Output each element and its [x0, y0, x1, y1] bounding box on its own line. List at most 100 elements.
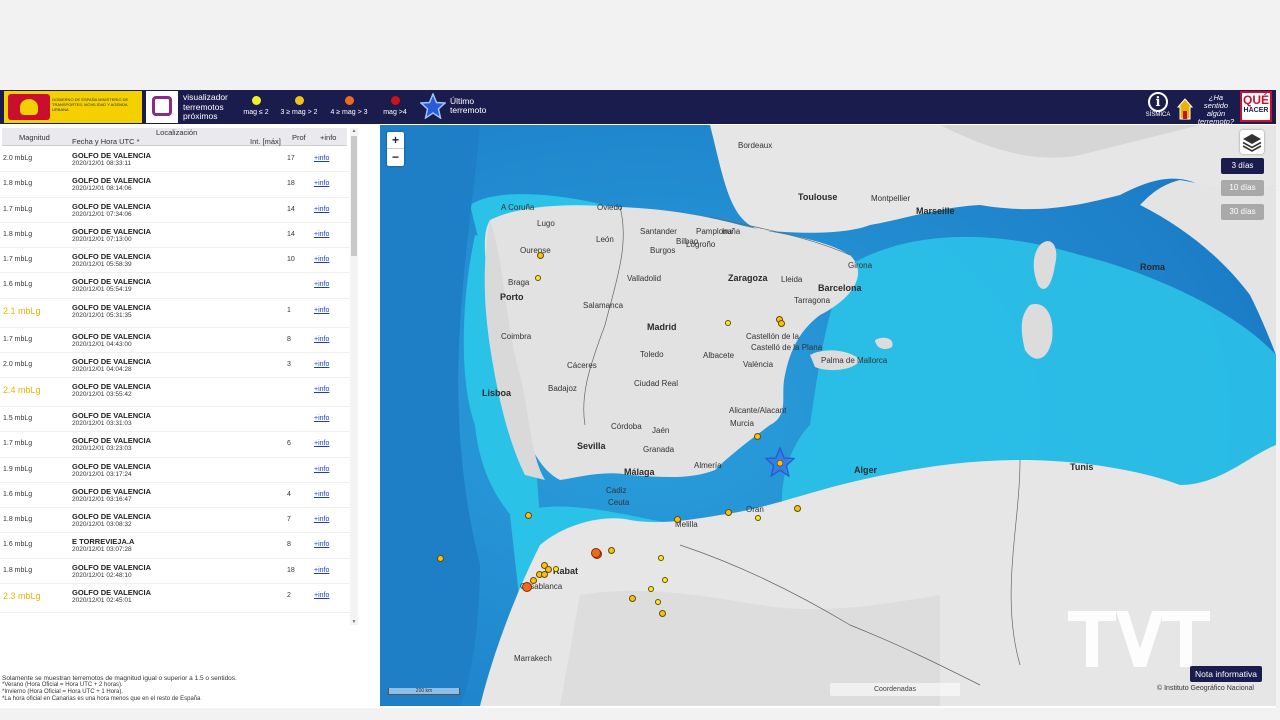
row-info-link[interactable]: +info — [314, 256, 329, 263]
row-info-link[interactable]: +info — [314, 440, 329, 447]
earthquake-marker[interactable] — [525, 512, 532, 519]
scroll-down-icon[interactable]: ▼ — [350, 619, 358, 625]
range-30-days-button[interactable]: 30 días — [1221, 204, 1264, 220]
city-label: León — [596, 235, 614, 244]
table-row[interactable]: 1.6 mbLg GOLFO DE VALENCIA 2020/12/01 03:1… — [0, 483, 350, 509]
earthquake-marker[interactable] — [591, 548, 601, 558]
earthquake-marker[interactable] — [541, 571, 548, 578]
col-depth[interactable]: Prof — [292, 133, 306, 142]
city-label: Badajoz — [548, 384, 577, 393]
earthquake-marker[interactable] — [725, 509, 732, 516]
row-depth: 8 — [287, 541, 291, 549]
row-location: GOLFO DE VALENCIA — [72, 277, 152, 287]
row-info-link[interactable]: +info — [314, 281, 329, 288]
table-row[interactable]: 1.9 mbLg GOLFO DE VALENCIA 2020/12/01 03:1… — [0, 458, 350, 483]
table-row[interactable]: 1.8 mbLg GOLFO DE VALENCIA 2020/12/01 08:1… — [0, 172, 350, 198]
layers-button[interactable] — [1240, 130, 1264, 154]
earthquake-marker[interactable] — [530, 577, 537, 584]
city-label: Ourense — [520, 246, 551, 255]
earthquake-marker[interactable] — [537, 252, 544, 259]
table-row[interactable]: 1.5 mbLg GOLFO DE VALENCIA 2020/12/01 03:3… — [0, 407, 350, 433]
earthquake-map[interactable]: Bordeaux Toulouse Montpellier Marseille A Co… — [380, 125, 1276, 706]
row-info-link[interactable]: +info — [314, 386, 329, 393]
row-info-link[interactable]: +info — [314, 155, 329, 162]
last-earthquake-label: Último terremoto — [450, 96, 487, 115]
earthquake-marker[interactable] — [608, 547, 615, 554]
city-label: A Coruña — [501, 203, 535, 212]
earthquake-marker[interactable] — [648, 586, 654, 592]
table-row[interactable]: 1.8 mbLg GOLFO DE VALENCIA 2020/12/01 02:4… — [0, 559, 350, 585]
row-info-link[interactable]: +info — [314, 336, 329, 343]
last-earthquake-star-icon[interactable] — [765, 447, 795, 477]
earthquake-marker[interactable] — [725, 320, 731, 326]
row-info-link[interactable]: +info — [314, 307, 329, 314]
earthquake-marker[interactable] — [553, 566, 559, 572]
row-info-link[interactable]: +info — [314, 491, 329, 498]
row-magnitude: 2.0 mbLg — [3, 155, 33, 162]
col-info[interactable]: +info — [320, 133, 336, 142]
row-info-link[interactable]: +info — [314, 415, 329, 422]
table-row[interactable]: 1.6 mbLg E TORREVIEJA.A 2020/12/01 03:07:2… — [0, 533, 350, 559]
earthquake-marker[interactable] — [755, 515, 761, 521]
what-to-do-button[interactable]: QUÉ HACER — [1240, 91, 1272, 122]
sismica-info-button[interactable]: i SÍSMICA — [1142, 92, 1174, 122]
government-logo[interactable]: GOBIERNO DE ESPAÑA MINISTERIO DE TRANSPO… — [4, 91, 142, 123]
col-intensity[interactable]: Int. [máx] — [250, 137, 281, 146]
row-depth: 2 — [287, 592, 291, 600]
earthquake-marker[interactable] — [535, 275, 541, 281]
table-row[interactable]: 1.7 mbLg GOLFO DE VALENCIA 2020/12/01 04:4… — [0, 328, 350, 353]
table-row[interactable]: 2.4 mbLg GOLFO DE VALENCIA 2020/12/01 03:5… — [0, 378, 350, 407]
earthquake-marker[interactable] — [437, 555, 444, 562]
row-depth: 8 — [287, 335, 291, 343]
table-row[interactable]: 1.7 mbLg GOLFO DE VALENCIA 2020/12/01 05:5… — [0, 248, 350, 274]
table-row[interactable]: 1.7 mbLg GOLFO DE VALENCIA 2020/12/01 07:3… — [0, 198, 350, 223]
row-info-link[interactable]: +info — [314, 516, 329, 523]
earthquake-marker[interactable] — [658, 555, 664, 561]
col-datetime[interactable]: Fecha y Hora UTC * — [72, 137, 140, 146]
legend-label: mag ≤ 2 — [243, 109, 269, 116]
scroll-up-icon[interactable]: ▲ — [350, 128, 358, 134]
earthquake-marker[interactable] — [629, 595, 636, 602]
row-info-link[interactable]: +info — [314, 231, 329, 238]
table-row[interactable]: 1.6 mbLg GOLFO DE VALENCIA 2020/12/01 05:5… — [0, 273, 350, 299]
row-info-link[interactable]: +info — [314, 466, 329, 473]
range-10-days-button[interactable]: 10 días — [1221, 180, 1264, 196]
earthquake-marker[interactable] — [674, 516, 681, 523]
list-scrollbar[interactable]: ▲ ▼ — [350, 128, 358, 625]
earthquake-marker[interactable] — [655, 599, 661, 605]
table-row[interactable]: 2.1 mbLg GOLFO DE VALENCIA 2020/12/01 05:3… — [0, 299, 350, 328]
row-depth: 1 — [287, 306, 291, 314]
row-info-link[interactable]: +info — [314, 206, 329, 213]
row-info-link[interactable]: +info — [314, 180, 329, 187]
table-row[interactable]: 2.0 mbLg GOLFO DE VALENCIA 2020/12/01 04:0… — [0, 353, 350, 379]
row-info-link[interactable]: +info — [314, 541, 329, 548]
col-location[interactable]: Localización — [156, 128, 197, 137]
zoom-out-button[interactable]: − — [387, 149, 404, 166]
table-row[interactable]: 2.3 mbLg GOLFO DE VALENCIA 2020/12/01 02:4… — [0, 584, 350, 613]
earthquake-marker[interactable] — [794, 505, 801, 512]
row-location: GOLFO DE VALENCIA — [72, 486, 152, 496]
zoom-in-button[interactable]: + — [387, 132, 404, 149]
row-info-link[interactable]: +info — [314, 361, 329, 368]
col-magnitude[interactable]: Magnitud — [19, 133, 50, 142]
earthquake-marker[interactable] — [662, 577, 668, 583]
earthquake-marker[interactable] — [778, 320, 785, 327]
row-info-link[interactable]: +info — [314, 592, 329, 599]
ign-logo[interactable] — [146, 91, 178, 123]
earthquake-marker[interactable] — [754, 433, 761, 440]
scrollbar-thumb[interactable] — [351, 136, 357, 256]
table-row[interactable]: 1.8 mbLg GOLFO DE VALENCIA 2020/12/01 07:1… — [0, 223, 350, 249]
table-row[interactable]: 1.7 mbLg GOLFO DE VALENCIA 2020/12/01 03:2… — [0, 432, 350, 458]
city-label: Lisboa — [482, 388, 512, 398]
range-3-days-button[interactable]: 3 días — [1221, 158, 1264, 174]
earthquake-marker[interactable] — [522, 582, 532, 592]
earthquake-marker[interactable] — [659, 610, 666, 617]
felt-earthquake-button[interactable]: ¿Ha sentido algún terremoto? — [1177, 92, 1237, 126]
row-location: GOLFO DE VALENCIA — [72, 410, 152, 420]
table-row[interactable]: 2.0 mbLg GOLFO DE VALENCIA 2020/12/01 08:3… — [0, 147, 350, 173]
tvt-watermark-logo — [1068, 611, 1210, 667]
row-info-link[interactable]: +info — [314, 567, 329, 574]
table-row[interactable]: 1.8 mbLg GOLFO DE VALENCIA 2020/12/01 03:0… — [0, 508, 350, 534]
info-note-button[interactable]: Nota informativa — [1190, 666, 1262, 682]
city-label: Albacete — [703, 351, 735, 360]
